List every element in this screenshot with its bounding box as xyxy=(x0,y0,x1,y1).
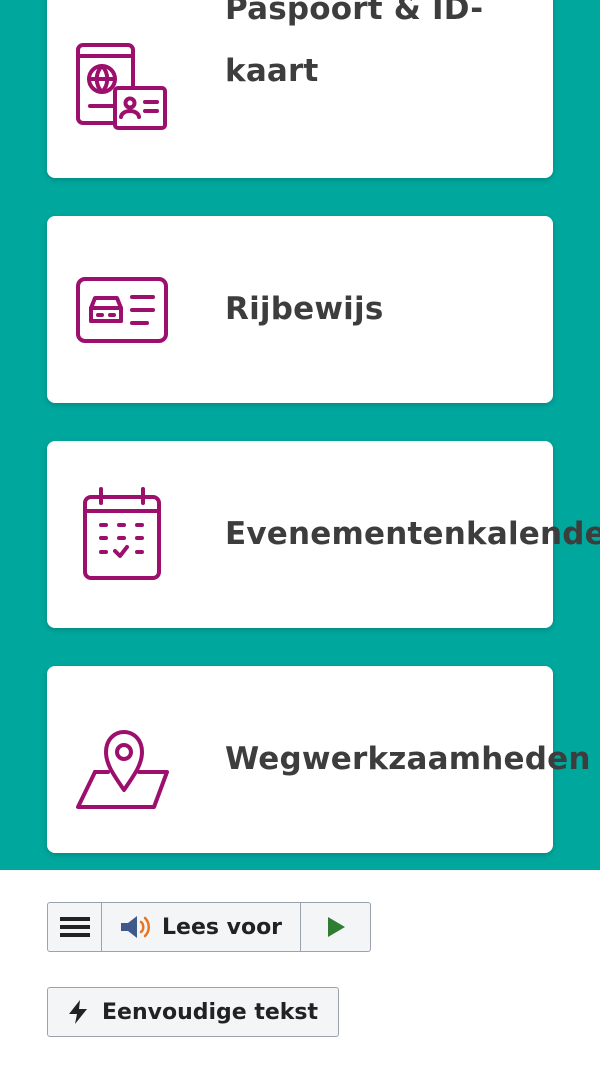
card-label: Evenementenkalender xyxy=(225,516,600,552)
map-pin-icon xyxy=(75,666,175,853)
lightning-icon xyxy=(69,1000,87,1024)
lees-voor-button[interactable]: Lees voor xyxy=(101,902,302,952)
hamburger-icon xyxy=(59,917,90,937)
card-paspoort-id[interactable]: Paspoort & ID-kaart xyxy=(47,0,553,178)
eenvoudige-tekst-button[interactable]: Eenvoudige tekst xyxy=(47,987,340,1037)
readspeaker-toolbar: Lees voor xyxy=(47,902,372,952)
play-icon xyxy=(327,917,345,937)
card-label: Wegwerkzaamheden xyxy=(225,741,591,777)
services-section: Paspoort & ID-kaart Rijbewijs Evenemente… xyxy=(0,0,600,870)
drivers-license-icon xyxy=(75,216,175,403)
card-rijbewijs[interactable]: Rijbewijs xyxy=(47,216,553,403)
calendar-icon xyxy=(75,441,175,628)
card-wegwerkzaamheden[interactable]: Wegwerkzaamheden xyxy=(47,666,590,853)
lees-voor-label: Lees voor xyxy=(162,914,283,940)
card-label: Rijbewijs xyxy=(225,291,384,327)
eenvoudige-tekst-label: Eenvoudige tekst xyxy=(102,999,319,1025)
card-label: Paspoort & ID-kaart xyxy=(225,0,484,89)
speaker-icon xyxy=(121,916,150,938)
play-button[interactable] xyxy=(301,902,372,952)
readspeaker-menu-button[interactable] xyxy=(47,902,101,952)
card-evenementenkalender[interactable]: Evenementenkalender xyxy=(47,441,600,628)
passport-id-icon xyxy=(75,0,175,178)
